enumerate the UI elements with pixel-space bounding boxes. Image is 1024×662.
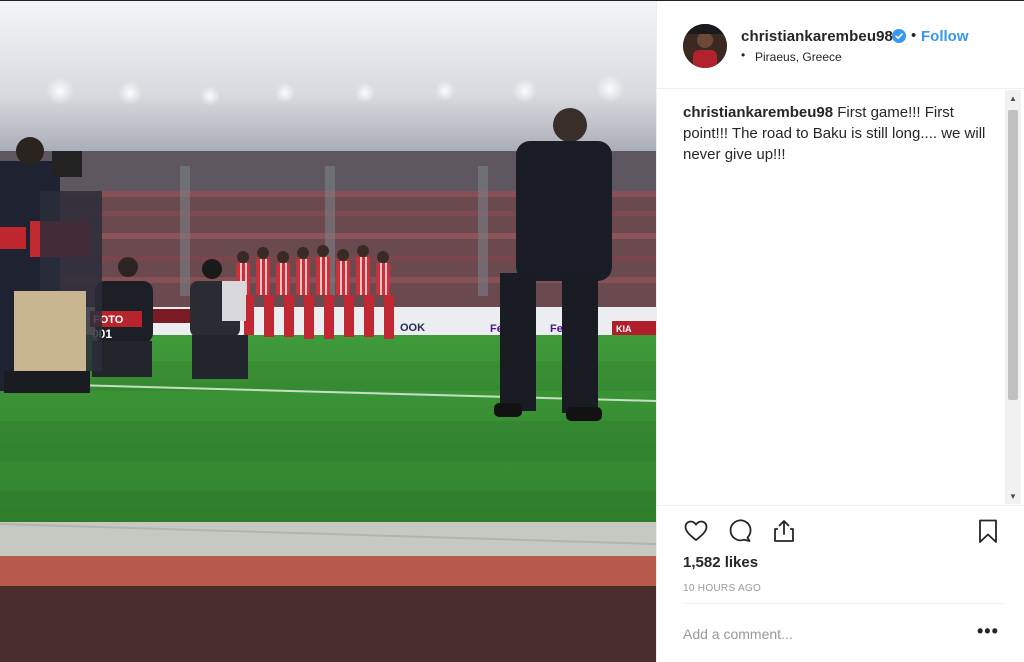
- post-photo[interactable]: OOK FedEx Fed KIA: [0, 1, 656, 662]
- comment-input[interactable]: [683, 616, 953, 652]
- location-link[interactable]: Piraeus, Greece: [755, 50, 842, 64]
- username-link[interactable]: christiankarembeu98: [741, 28, 893, 45]
- caption-area: christiankarembeu98 First game!!! First …: [657, 90, 1007, 505]
- caption-scrollbar[interactable]: ▲ ▼: [1005, 90, 1021, 504]
- bookmark-icon[interactable]: [975, 518, 1001, 544]
- scroll-down-arrow-icon[interactable]: ▼: [1005, 488, 1021, 504]
- post-sidebar: christiankarembeu98 • Follow • Piraeus, …: [656, 1, 1024, 662]
- follow-button[interactable]: Follow: [921, 28, 969, 45]
- ad-board-text-1: OOK: [400, 322, 425, 334]
- avatar[interactable]: [683, 24, 727, 68]
- instagram-post: OOK FedEx Fed KIA: [0, 0, 1024, 662]
- likes-count[interactable]: 1,582 likes: [683, 554, 758, 571]
- heart-icon[interactable]: [683, 518, 709, 544]
- share-icon[interactable]: [771, 518, 797, 544]
- stadium-photo: OOK FedEx Fed KIA: [0, 1, 656, 662]
- more-options-icon[interactable]: •••: [977, 622, 999, 640]
- separator-dot: •: [911, 27, 917, 44]
- scroll-thumb[interactable]: [1008, 110, 1018, 400]
- post-header: christiankarembeu98 • Follow • Piraeus, …: [657, 1, 1024, 89]
- location-dot: •: [741, 48, 746, 62]
- verified-badge-icon: [892, 29, 906, 43]
- scroll-up-arrow-icon[interactable]: ▲: [1005, 90, 1021, 106]
- ad-board-text-4: KIA: [616, 324, 632, 334]
- caption-author[interactable]: christiankarembeu98: [683, 104, 833, 121]
- caption: christiankarembeu98 First game!!! First …: [683, 102, 995, 165]
- post-timestamp[interactable]: 10 HOURS AGO: [683, 583, 761, 594]
- comment-icon[interactable]: [727, 518, 753, 544]
- comment-form: •••: [683, 603, 1003, 662]
- action-bar: 1,582 likes 10 HOURS AGO: [657, 505, 1024, 615]
